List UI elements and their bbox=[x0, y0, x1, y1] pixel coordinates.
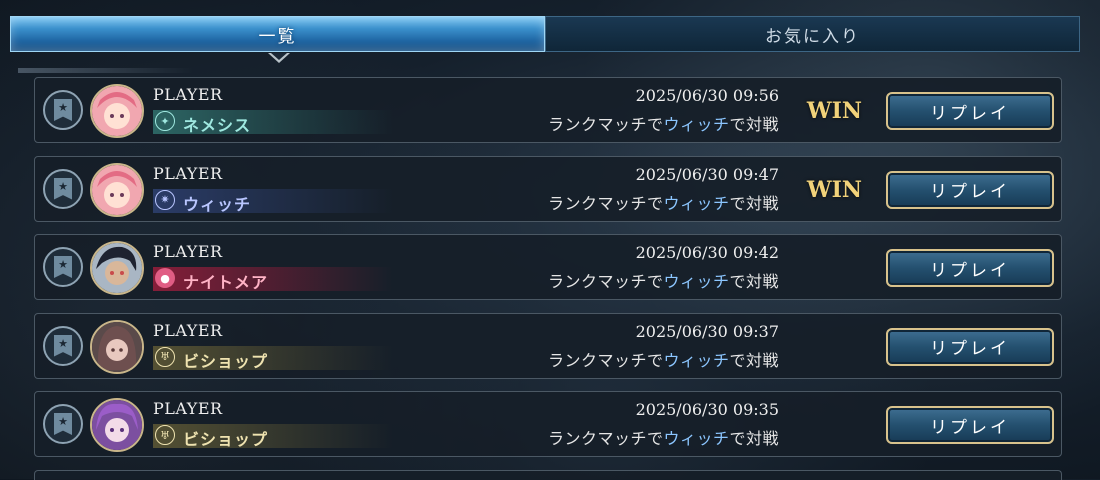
class-bar: ✷ ウィッチ bbox=[153, 188, 393, 214]
active-tab-pointer bbox=[268, 53, 290, 63]
star-bookmark-icon: ★ bbox=[54, 177, 72, 200]
replay-button[interactable]: リプレイ bbox=[886, 170, 1054, 209]
nightmare-class-icon: ● bbox=[155, 268, 175, 288]
list-item-partial bbox=[34, 469, 1062, 480]
class-name: ビショップ bbox=[183, 351, 269, 371]
avatar bbox=[90, 319, 144, 374]
player-name: PLAYER bbox=[153, 85, 223, 104]
player-name: PLAYER bbox=[153, 399, 223, 418]
match-description: ランクマッチでウィッチで対戦 bbox=[547, 115, 779, 134]
tab-favorites[interactable]: お気に入り bbox=[545, 16, 1080, 52]
favorite-button[interactable]: ★ bbox=[43, 325, 83, 366]
match-description: ランクマッチでウィッチで対戦 bbox=[547, 350, 779, 370]
player-name: PLAYER bbox=[153, 242, 223, 261]
star-bookmark-icon: ★ bbox=[54, 413, 72, 435]
avatar bbox=[90, 398, 144, 452]
avatar bbox=[90, 241, 144, 295]
class-name: ビショップ bbox=[183, 430, 269, 449]
replay-button[interactable]: リプレイ bbox=[886, 249, 1054, 287]
result-badge: WIN bbox=[806, 176, 862, 203]
replay-list: ★ PLAYER ✦ ネメシス 2025/06/30 09:56 ランクマッチで… bbox=[34, 77, 1062, 480]
avatar bbox=[90, 162, 144, 217]
match-description: ランクマッチでウィッチで対戦 bbox=[547, 193, 779, 213]
avatar bbox=[90, 84, 144, 138]
class-name: ネメシス bbox=[183, 116, 252, 135]
witch-class-icon: ✷ bbox=[155, 189, 175, 210]
match-description: ランクマッチでウィッチで対戦 bbox=[547, 272, 779, 291]
list-item: ★ PLAYER ♅ ビショップ 2025/06/30 09:37 ランクマッチ… bbox=[34, 312, 1062, 379]
class-name: ウィッチ bbox=[183, 194, 252, 214]
replay-button[interactable]: リプレイ bbox=[886, 406, 1054, 444]
star-bookmark-icon: ★ bbox=[54, 256, 72, 278]
star-bookmark-icon: ★ bbox=[54, 99, 72, 121]
nemesis-class-icon: ✦ bbox=[155, 111, 175, 131]
list-item: ★ PLAYER ✦ ネメシス 2025/06/30 09:56 ランクマッチで… bbox=[34, 77, 1062, 143]
player-name: PLAYER bbox=[153, 163, 223, 183]
match-date: 2025/06/30 09:47 bbox=[635, 164, 779, 184]
class-bar: ✦ ネメシス bbox=[153, 110, 393, 135]
favorite-button[interactable]: ★ bbox=[43, 90, 83, 130]
match-date: 2025/06/30 09:37 bbox=[635, 321, 779, 341]
favorite-button[interactable]: ★ bbox=[43, 404, 83, 444]
list-item: ★ PLAYER ● ナイトメア 2025/06/30 09:42 ランクマッチ… bbox=[34, 234, 1062, 300]
match-date: 2025/06/30 09:56 bbox=[635, 86, 779, 105]
list-item: ★ PLAYER ♅ ビショップ 2025/06/30 09:35 ランクマッチ… bbox=[34, 391, 1062, 457]
result-badge: WIN bbox=[806, 98, 862, 124]
favorite-button[interactable]: ★ bbox=[43, 247, 83, 287]
match-date: 2025/06/30 09:42 bbox=[635, 243, 779, 262]
player-name: PLAYER bbox=[153, 320, 223, 340]
class-bar: ● ナイトメア bbox=[153, 267, 393, 292]
replay-button[interactable]: リプレイ bbox=[886, 92, 1054, 130]
bishop-class-icon: ♅ bbox=[155, 425, 175, 445]
divider bbox=[18, 68, 193, 73]
star-bookmark-icon: ★ bbox=[54, 334, 72, 357]
tab-list-label: 一覧 bbox=[258, 26, 297, 47]
tab-favorites-label: お気に入り bbox=[765, 26, 860, 47]
replay-button[interactable]: リプレイ bbox=[886, 327, 1054, 366]
tab-list[interactable]: 一覧 bbox=[10, 16, 545, 52]
class-name: ナイトメア bbox=[183, 273, 269, 292]
favorite-button[interactable]: ★ bbox=[43, 168, 83, 209]
tab-bar: 一覧 お気に入り bbox=[10, 16, 1080, 54]
match-date: 2025/06/30 09:35 bbox=[635, 400, 779, 419]
class-bar: ♅ ビショップ bbox=[153, 345, 393, 371]
class-bar: ♅ ビショップ bbox=[153, 424, 393, 449]
bishop-class-icon: ♅ bbox=[155, 346, 175, 367]
match-description: ランクマッチでウィッチで対戦 bbox=[547, 429, 779, 448]
list-item: ★ PLAYER ✷ ウィッチ 2025/06/30 09:47 ランクマッチで… bbox=[34, 155, 1062, 222]
